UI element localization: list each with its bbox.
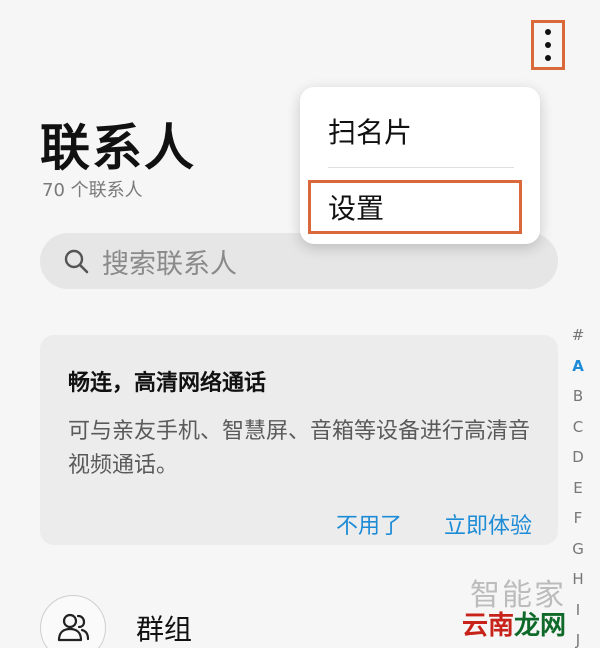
index-letter[interactable]: I bbox=[576, 595, 580, 626]
groups-label: 群组 bbox=[136, 613, 193, 646]
watermark-logo-red: 云南 bbox=[462, 611, 515, 641]
watermark-logo-green: 龙网 bbox=[514, 611, 567, 641]
dismiss-button[interactable]: 不用了 bbox=[336, 508, 402, 540]
try-now-button[interactable]: 立即体验 bbox=[444, 508, 532, 540]
avatar bbox=[40, 595, 106, 648]
search-icon bbox=[64, 249, 89, 274]
index-letter[interactable]: D bbox=[572, 442, 584, 473]
index-letter[interactable]: C bbox=[573, 412, 583, 443]
index-letter[interactable]: E bbox=[573, 473, 582, 504]
page-title: 联系人 bbox=[40, 119, 196, 177]
group-icon bbox=[57, 613, 90, 642]
menu-item-settings[interactable]: 设置 bbox=[308, 180, 522, 234]
alphabet-index-bar[interactable]: # A B C D E F G H I J bbox=[566, 320, 590, 648]
index-letter[interactable]: B bbox=[573, 381, 583, 412]
promo-card-actions: 不用了 立即体验 bbox=[336, 508, 532, 540]
more-vertical-icon-dot-2 bbox=[545, 42, 551, 48]
watermark-logo: 云南龙网 bbox=[462, 605, 566, 642]
groups-row[interactable]: 群组 bbox=[40, 595, 192, 648]
search-placeholder: 搜索联系人 bbox=[102, 248, 237, 280]
index-letter[interactable]: # bbox=[572, 320, 585, 351]
contact-count: 70 个联系人 bbox=[42, 180, 143, 201]
index-letter[interactable]: G bbox=[572, 534, 584, 565]
promo-card-title: 畅连，高清网络通话 bbox=[68, 371, 267, 396]
menu-item-settings-label: 设置 bbox=[328, 192, 385, 225]
index-letter[interactable]: J bbox=[576, 625, 580, 648]
promo-card: 畅连，高清网络通话 可与亲友手机、智慧屏、音箱等设备进行高清音视频通话。 不用了… bbox=[40, 335, 558, 545]
more-vertical-icon-dot-3 bbox=[545, 55, 551, 61]
index-letter-active[interactable]: A bbox=[572, 351, 584, 382]
more-vertical-icon bbox=[545, 29, 551, 35]
overflow-menu: 扫名片 设置 bbox=[300, 87, 540, 244]
index-letter[interactable]: F bbox=[574, 503, 583, 534]
promo-card-description: 可与亲友手机、智慧屏、音箱等设备进行高清音视频通话。 bbox=[68, 419, 531, 478]
more-options-button[interactable] bbox=[531, 20, 565, 70]
index-letter[interactable]: H bbox=[572, 564, 583, 595]
menu-divider bbox=[328, 167, 514, 168]
menu-item-scan-card[interactable]: 扫名片 bbox=[328, 111, 412, 151]
